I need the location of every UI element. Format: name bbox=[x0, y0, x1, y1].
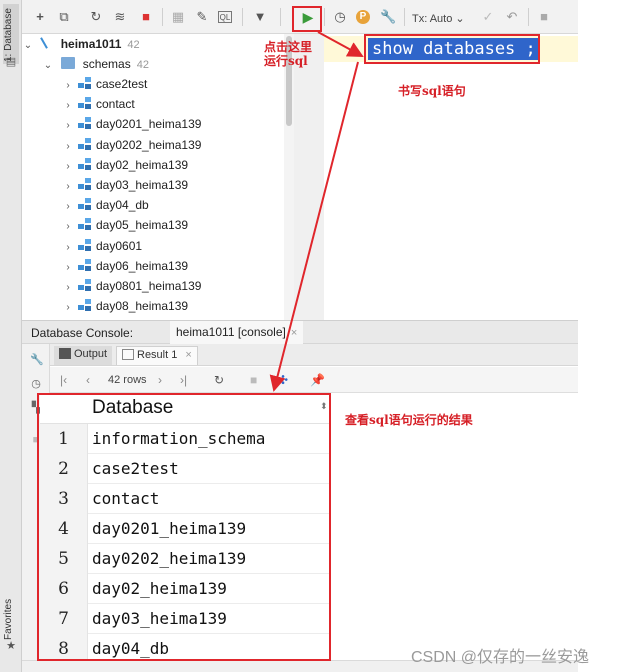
watermark: CSDN @仅存的一丝安逸 bbox=[411, 649, 590, 666]
arrow-to-sql bbox=[317, 31, 364, 57]
annotation-arrows bbox=[269, 31, 364, 392]
ide-window: 1: Database ▤ Favorites ★ + ⧉ ↻ ≋ ■ ▦ ✎ … bbox=[0, 0, 638, 672]
arrow-to-result bbox=[269, 61, 359, 392]
